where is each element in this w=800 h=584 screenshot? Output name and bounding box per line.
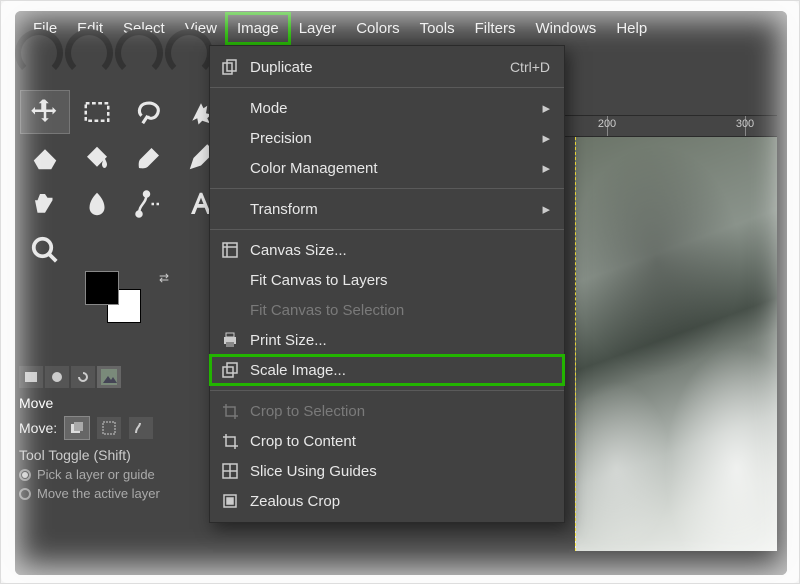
- toolbox: [21, 91, 221, 271]
- menu-crop-selection-label: Crop to Selection: [250, 403, 550, 420]
- canvas-size-icon: [220, 240, 240, 260]
- menu-layer[interactable]: Layer: [289, 14, 347, 43]
- tool-crop[interactable]: [21, 137, 69, 179]
- duplicate-icon: [220, 57, 240, 77]
- menu-duplicate-label: Duplicate: [250, 59, 500, 76]
- tool-paintbrush[interactable]: [125, 137, 173, 179]
- crop-icon: [220, 401, 240, 421]
- dock-tab-image[interactable]: [97, 366, 121, 388]
- radio-pick-layer-label: Pick a layer or guide: [37, 467, 155, 482]
- tool-free-select[interactable]: [125, 91, 173, 133]
- chevron-right-icon: ▸: [542, 129, 550, 147]
- dock-tab-undo[interactable]: [71, 366, 95, 388]
- menu-crop-selection: Crop to Selection: [210, 396, 564, 426]
- menu-duplicate[interactable]: Duplicate Ctrl+D: [210, 52, 564, 82]
- menu-fit-canvas-selection-label: Fit Canvas to Selection: [250, 302, 550, 319]
- menu-scale-image-label: Scale Image...: [250, 362, 550, 379]
- menu-separator: [210, 229, 564, 230]
- swatch-fg[interactable]: [85, 271, 119, 305]
- image-menu-dropdown: Duplicate Ctrl+D Mode ▸ Precision ▸ Colo…: [209, 45, 565, 523]
- menu-print-size-label: Print Size...: [250, 332, 550, 349]
- tool-paths[interactable]: [125, 183, 173, 225]
- menu-transform[interactable]: Transform ▸: [210, 194, 564, 224]
- image-canvas[interactable]: [575, 137, 777, 551]
- menu-zealous-crop[interactable]: Zealous Crop: [210, 486, 564, 516]
- menu-crop-content-label: Crop to Content: [250, 433, 550, 450]
- menu-slice-guides[interactable]: Slice Using Guides: [210, 456, 564, 486]
- menu-fit-canvas-layers-label: Fit Canvas to Layers: [250, 272, 550, 289]
- slice-icon: [220, 461, 240, 481]
- tool-move[interactable]: [21, 91, 69, 133]
- tool-zoom[interactable]: [21, 229, 69, 271]
- menu-slice-guides-label: Slice Using Guides: [250, 463, 550, 480]
- color-swatches[interactable]: ⇄: [85, 271, 155, 325]
- menu-zealous-crop-label: Zealous Crop: [250, 493, 550, 510]
- menu-color-management[interactable]: Color Management ▸: [210, 153, 564, 183]
- menu-scale-image[interactable]: Scale Image...: [210, 355, 564, 385]
- zealous-crop-icon: [220, 491, 240, 511]
- menu-windows[interactable]: Windows: [525, 14, 606, 43]
- tool-options-dock: Move Move: Tool Toggle (Shift) Pick a la…: [19, 365, 219, 501]
- menu-canvas-size[interactable]: Canvas Size...: [210, 235, 564, 265]
- menu-filters[interactable]: Filters: [465, 14, 526, 43]
- menu-mode[interactable]: Mode ▸: [210, 93, 564, 123]
- menu-canvas-size-label: Canvas Size...: [250, 242, 550, 259]
- radio-pick-layer[interactable]: Pick a layer or guide: [19, 467, 219, 482]
- menu-crop-content[interactable]: Crop to Content: [210, 426, 564, 456]
- tool-rect-select[interactable]: [73, 91, 121, 133]
- menu-help[interactable]: Help: [606, 14, 657, 43]
- menu-duplicate-accel: Ctrl+D: [510, 59, 550, 75]
- move-label: Move:: [19, 420, 57, 436]
- print-icon: [220, 330, 240, 350]
- menu-image[interactable]: Image: [227, 14, 289, 43]
- menu-fit-canvas-selection: Fit Canvas to Selection: [210, 295, 564, 325]
- crop-icon: [220, 431, 240, 451]
- tool-options-title: Move: [19, 395, 219, 411]
- ruler-tick-200: 200: [598, 118, 616, 130]
- menu-fit-canvas-layers[interactable]: Fit Canvas to Layers: [210, 265, 564, 295]
- menu-color-management-label: Color Management: [250, 160, 532, 177]
- menu-separator: [210, 188, 564, 189]
- ruler-horizontal[interactable]: 200 300: [559, 115, 777, 137]
- menu-precision-label: Precision: [250, 130, 532, 147]
- move-mode-path[interactable]: [129, 417, 153, 439]
- move-mode-selection[interactable]: [97, 417, 121, 439]
- radio-move-active[interactable]: Move the active layer: [19, 486, 219, 501]
- ruler-tick-300: 300: [736, 118, 754, 130]
- menu-print-size[interactable]: Print Size...: [210, 325, 564, 355]
- menu-colors[interactable]: Colors: [346, 14, 409, 43]
- menu-tools[interactable]: Tools: [410, 14, 465, 43]
- chevron-right-icon: ▸: [542, 99, 550, 117]
- radio-move-active-label: Move the active layer: [37, 486, 160, 501]
- wilber-decoration: [21, 49, 217, 87]
- menu-precision[interactable]: Precision ▸: [210, 123, 564, 153]
- menu-transform-label: Transform: [250, 201, 532, 218]
- tool-smudge[interactable]: [73, 183, 121, 225]
- tool-clone[interactable]: [21, 183, 69, 225]
- menu-separator: [210, 390, 564, 391]
- chevron-right-icon: ▸: [542, 159, 550, 177]
- tool-bucket-fill[interactable]: [73, 137, 121, 179]
- dock-tab-tool-options[interactable]: [19, 366, 43, 388]
- tool-toggle-label: Tool Toggle (Shift): [19, 447, 219, 463]
- dock-tab-device[interactable]: [45, 366, 69, 388]
- scale-icon: [220, 360, 240, 380]
- menu-separator: [210, 87, 564, 88]
- menu-mode-label: Mode: [250, 100, 532, 117]
- chevron-right-icon: ▸: [542, 200, 550, 218]
- move-mode-layer[interactable]: [65, 417, 89, 439]
- swap-colors-icon[interactable]: ⇄: [159, 271, 169, 285]
